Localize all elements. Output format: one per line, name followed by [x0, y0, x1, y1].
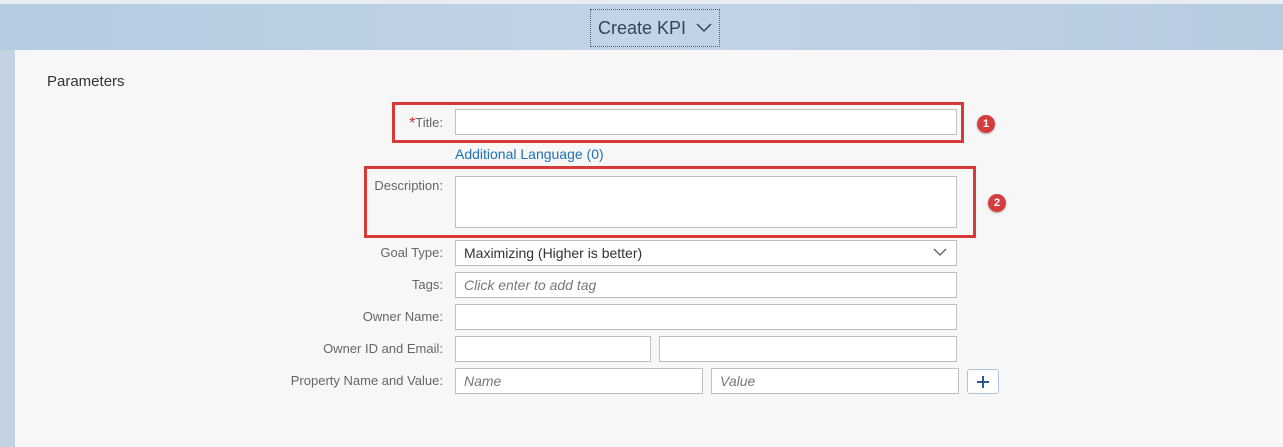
- property-value-input[interactable]: [711, 368, 959, 394]
- tags-input[interactable]: [455, 272, 957, 298]
- chevron-down-icon: [933, 248, 947, 257]
- chevron-down-icon: [696, 23, 712, 33]
- goal-type-label: Goal Type:: [380, 245, 443, 260]
- add-property-button[interactable]: [967, 369, 999, 394]
- owner-name-input[interactable]: [455, 304, 957, 330]
- annotation-badge-2: 2: [988, 194, 1006, 212]
- description-textarea[interactable]: [455, 176, 957, 228]
- header-title: Create KPI: [597, 17, 687, 38]
- description-label: Description:: [374, 178, 443, 193]
- title-label-text: Title:: [415, 115, 443, 130]
- annotation-badge-1: 1: [977, 115, 995, 133]
- property-name-input[interactable]: [455, 368, 703, 394]
- title-input[interactable]: [455, 109, 957, 135]
- owner-id-input[interactable]: [455, 336, 651, 362]
- owner-email-input[interactable]: [659, 336, 957, 362]
- goal-type-select[interactable]: Maximizing (Higher is better): [455, 240, 957, 266]
- plus-icon: [976, 375, 990, 389]
- tags-label: Tags:: [411, 277, 443, 292]
- owner-id-email-label: Owner ID and Email:: [323, 341, 443, 356]
- additional-language-link[interactable]: Additional Language (0): [455, 146, 604, 162]
- owner-name-label: Owner Name:: [362, 309, 443, 324]
- header-bar: Create KPI: [0, 4, 1283, 50]
- goal-type-value: Maximizing (Higher is better): [464, 245, 643, 261]
- property-label: Property Name and Value:: [290, 373, 443, 388]
- title-label: *Title:: [243, 114, 443, 132]
- section-title: Parameters: [47, 73, 125, 90]
- create-kpi-menu-button[interactable]: Create KPI: [590, 9, 720, 47]
- required-marker: *: [409, 115, 416, 132]
